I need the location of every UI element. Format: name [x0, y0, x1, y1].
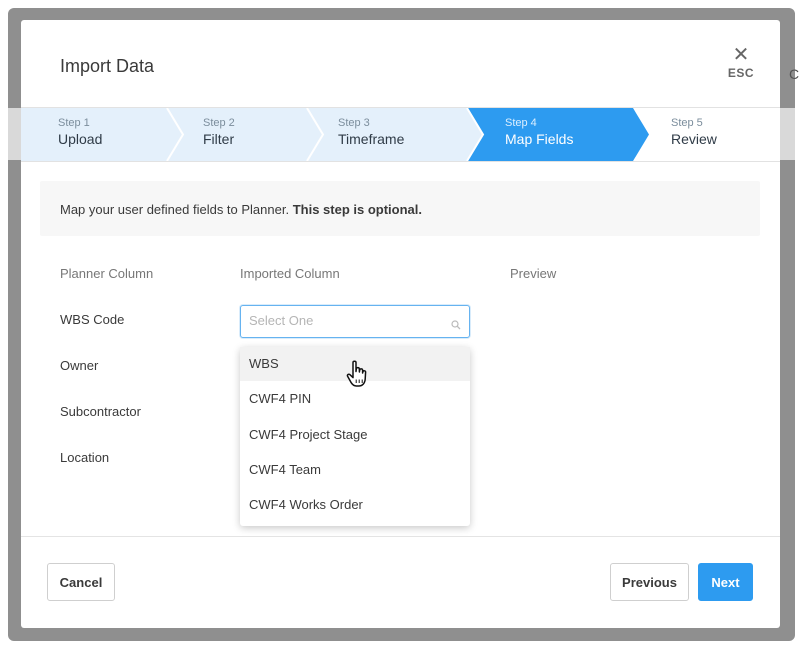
option-label: WBS	[249, 356, 279, 371]
dropdown-option-cwf4-works-order[interactable]: CWF4 Works Order	[240, 488, 470, 522]
step-timeframe[interactable]: Step 3 Timeframe	[338, 117, 404, 147]
import-data-dialog: Import Data ✕ ESC Step 1 Upload Step 2 F…	[21, 20, 780, 628]
step-number: Step 3	[338, 117, 370, 129]
next-button[interactable]: Next	[698, 563, 753, 601]
previous-button[interactable]: Previous	[610, 563, 689, 601]
step-2-bg	[167, 108, 323, 161]
column-header-imported: Imported Column	[240, 266, 340, 281]
background-text-fragment: C	[789, 66, 800, 82]
close-button[interactable]: ✕ ESC	[723, 44, 759, 80]
step-number: Step 4	[505, 117, 537, 129]
select-placeholder: Select One	[249, 313, 314, 328]
step-filter[interactable]: Step 2 Filter	[203, 117, 235, 147]
step-label: Map Fields	[505, 131, 574, 147]
footer-divider	[21, 536, 780, 537]
step-map-fields[interactable]: Step 4 Map Fields	[505, 117, 573, 147]
column-header-preview: Preview	[510, 266, 557, 281]
info-text: Map your user defined fields to Planner.…	[60, 202, 422, 217]
column-header-planner: Planner Column	[60, 266, 154, 281]
row-label-subcontractor: Subcontractor	[60, 404, 141, 419]
wbs-code-select[interactable]: Select One	[240, 305, 470, 338]
hand-pointer-icon	[344, 359, 372, 394]
step-review[interactable]: Step 5 Review	[671, 117, 717, 147]
stepper: Step 1 Upload Step 2 Filter Step 3 Timef…	[21, 107, 780, 162]
option-label: CWF4 Project Stage	[249, 427, 368, 442]
step-label: Review	[671, 131, 717, 147]
info-text-main: Map your user defined fields to Planner.	[60, 202, 290, 217]
step-label: Filter	[203, 131, 235, 147]
info-text-bold: This step is optional.	[292, 202, 423, 217]
row-label-owner: Owner	[60, 358, 99, 373]
option-label: CWF4 PIN	[249, 391, 312, 406]
cancel-button[interactable]: Cancel	[47, 563, 115, 601]
info-banner: Map your user defined fields to Planner.…	[40, 181, 760, 236]
dropdown-option-cwf4-team[interactable]: CWF4 Team	[240, 453, 470, 487]
dropdown-option-cwf4-project-stage[interactable]: CWF4 Project Stage	[240, 418, 470, 452]
row-label-location: Location	[60, 450, 110, 465]
step-number: Step 1	[58, 117, 90, 129]
dialog-title: Import Data	[60, 56, 155, 76]
option-label: CWF4 Team	[249, 462, 321, 477]
step-label: Upload	[58, 131, 103, 147]
step-number: Step 5	[671, 117, 703, 129]
close-icon: ✕	[732, 44, 750, 66]
close-esc-label: ESC	[727, 66, 755, 80]
row-label-wbs-code: WBS Code	[60, 312, 125, 327]
step-upload[interactable]: Step 1 Upload	[58, 117, 102, 147]
step-label: Timeframe	[338, 131, 405, 147]
search-icon	[451, 317, 461, 335]
option-label: CWF4 Works Order	[249, 497, 363, 512]
step-number: Step 2	[203, 117, 235, 129]
